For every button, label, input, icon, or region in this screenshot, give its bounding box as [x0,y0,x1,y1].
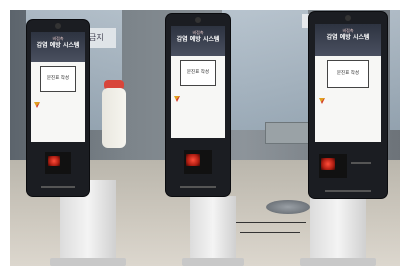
card-slot[interactable] [41,186,75,188]
ack-row[interactable] [34,102,82,108]
kiosk-base [50,258,126,266]
receipt-slot [325,190,371,192]
header-title: 감염 예방 시스템 [326,34,370,41]
kiosk-stand [310,196,366,266]
camera-icon [195,17,201,23]
chevron-down-icon [319,98,325,104]
kiosk-screen[interactable]: 비접촉 감염 예방 시스템 문진표 작성 [31,32,85,142]
ack-row[interactable] [319,98,377,104]
questionnaire-button[interactable]: 문진표 작성 [180,60,216,86]
cable [240,232,300,233]
camera-icon [345,15,351,21]
chevron-down-icon [174,96,180,102]
kiosk-2: 비접촉 감염 예방 시스템 문진표 작성 [166,14,230,196]
window-center [222,10,308,130]
kiosk-base [182,258,244,266]
chevron-down-icon [34,102,40,108]
card-slot[interactable] [351,162,371,164]
card-slot[interactable] [180,186,216,188]
questionnaire-button[interactable]: 문진표 작성 [40,66,76,92]
disinfectant-sprayer [102,88,126,148]
screen-header: 비접촉 감염 예방 시스템 [171,26,225,56]
header-title: 감염 예방 시스템 [36,42,80,49]
kiosk-screen[interactable]: 비접촉 감염 예방 시스템 문진표 작성 [171,26,225,138]
photo-scene: 동행금지 입구 비접촉 감염 예방 시스템 문진표 작성 [10,10,400,266]
red-indicator-light [48,156,60,166]
kiosk-3: 비접촉 감염 예방 시스템 문진표 작성 [309,12,387,198]
stool [266,200,310,214]
cable [226,222,306,223]
screen-header: 비접촉 감염 예방 시스템 [315,24,381,56]
ack-row[interactable] [174,96,222,102]
header-title: 감염 예방 시스템 [176,36,220,43]
questionnaire-button[interactable]: 문진표 작성 [327,60,369,88]
window-right [390,10,400,130]
red-indicator-light [321,158,335,170]
camera-icon [55,23,61,29]
cart [265,122,313,144]
screen-header: 비접촉 감염 예방 시스템 [31,32,85,62]
kiosk-base [300,258,376,266]
red-indicator-light [186,154,200,166]
kiosk-screen[interactable]: 비접촉 감염 예방 시스템 문진표 작성 [315,24,381,142]
kiosk-stand [190,196,236,266]
kiosk-1: 비접촉 감염 예방 시스템 문진표 작성 [27,20,89,196]
